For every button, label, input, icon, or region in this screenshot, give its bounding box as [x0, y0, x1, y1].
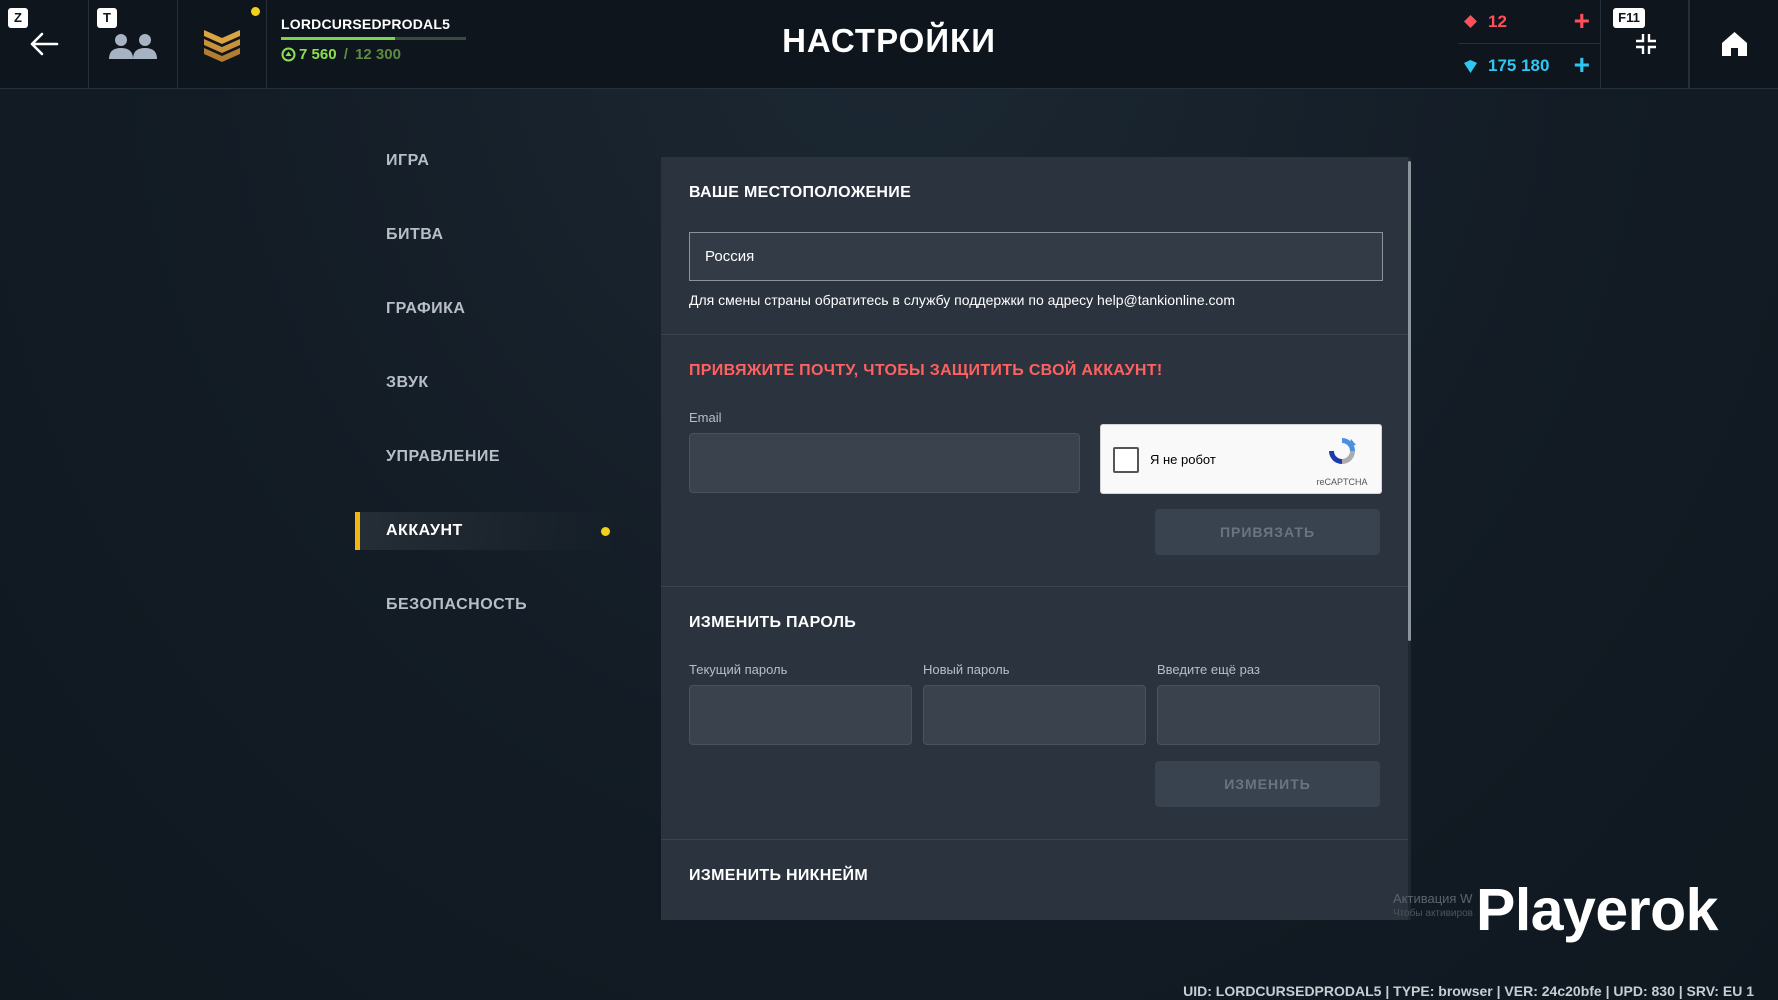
menu-item-label: ЗВУК	[386, 374, 429, 391]
tankoins-counter: 175 180 +	[1458, 44, 1600, 88]
menu-item-label: ИГРА	[386, 152, 430, 169]
tankoins-amount: 175 180	[1488, 56, 1550, 75]
email-warning: ПРИВЯЖИТЕ ПОЧТУ, ЧТОБЫ ЗАЩИТИТЬ СВОЙ АКК…	[689, 362, 1163, 379]
build-info: UID: LORDCURSEDPRODAL5 | TYPE: browser |…	[1183, 983, 1754, 999]
playerok-watermark: Playerok	[1476, 877, 1719, 943]
windows-activation-text: Активация W	[1393, 891, 1473, 906]
menu-item-sound[interactable]: ЗВУК	[355, 364, 620, 402]
recaptcha-widget[interactable]: Я не робот reCAPTCHA	[1100, 424, 1382, 494]
recaptcha-logo: reCAPTCHA	[1315, 435, 1369, 487]
section-divider	[661, 839, 1411, 840]
tankoin-icon	[1464, 59, 1477, 73]
crystal-icon	[1464, 15, 1477, 28]
home-button[interactable]	[1689, 0, 1778, 89]
location-field: Россия	[689, 232, 1383, 281]
menu-item-graphics[interactable]: ГРАФИКА	[355, 290, 620, 328]
bind-email-button[interactable]: ПРИВЯЗАТЬ	[1155, 509, 1380, 555]
fullscreen-hotkey-badge: F11	[1613, 8, 1645, 28]
crystals-counter: 12 +	[1458, 0, 1600, 44]
buy-tankoins-button[interactable]: +	[1574, 51, 1590, 79]
current-password-input[interactable]	[689, 685, 912, 745]
nickname-section: ИЗМЕНИТЬ НИКНЕЙМ	[689, 867, 1383, 885]
location-hint: Для смены страны обратитесь в службу под…	[689, 292, 1235, 308]
menu-item-controls[interactable]: УПРАВЛЕНИЕ	[355, 438, 620, 476]
menu-item-label: БИТВА	[386, 226, 444, 243]
buy-crystals-button[interactable]: +	[1574, 7, 1590, 35]
panel-scrollbar[interactable]	[1408, 157, 1411, 920]
fullscreen-button[interactable]: F11	[1600, 0, 1689, 89]
menu-item-game[interactable]: ИГРА	[355, 142, 620, 180]
location-section: ВАШЕ МЕСТОПОЛОЖЕНИЕ Россия Для смены стр…	[689, 184, 1383, 308]
repeat-password-input[interactable]	[1157, 685, 1380, 745]
crystals-amount: 12	[1488, 11, 1507, 31]
recaptcha-label: Я не робот	[1150, 452, 1216, 467]
new-password-label: Новый пароль	[923, 662, 1010, 677]
menu-item-label: УПРАВЛЕНИЕ	[386, 448, 501, 465]
recaptcha-brand: reCAPTCHA	[1316, 477, 1368, 487]
menu-item-battle[interactable]: БИТВА	[355, 216, 620, 254]
current-password-label: Текущий пароль	[689, 662, 788, 677]
scrollbar-thumb[interactable]	[1408, 161, 1411, 641]
section-divider	[661, 586, 1411, 587]
section-divider	[661, 334, 1411, 335]
menu-item-security[interactable]: БЕЗОПАСНОСТЬ	[355, 586, 620, 624]
account-settings-panel: ВАШЕ МЕСТОПОЛОЖЕНИЕ Россия Для смены стр…	[661, 157, 1411, 920]
menu-item-label: БЕЗОПАСНОСТЬ	[386, 596, 528, 613]
exit-fullscreen-icon	[1636, 34, 1656, 54]
password-title: ИЗМЕНИТЬ ПАРОЛЬ	[689, 614, 857, 631]
settings-menu: ИГРА БИТВА ГРАФИКА ЗВУК УПРАВЛЕНИЕ АККАУ…	[355, 142, 620, 660]
nickname-title: ИЗМЕНИТЬ НИКНЕЙМ	[689, 867, 868, 884]
repeat-password-label: Введите ещё раз	[1157, 662, 1260, 677]
menu-item-account[interactable]: АККАУНТ	[355, 512, 620, 550]
location-title: ВАШЕ МЕСТОПОЛОЖЕНИЕ	[689, 184, 912, 201]
account-notify-dot	[601, 527, 610, 536]
rank-notify-dot	[251, 7, 260, 16]
recaptcha-checkbox[interactable]	[1113, 447, 1139, 473]
change-password-button[interactable]: ИЗМЕНИТЬ	[1155, 761, 1380, 807]
password-section: ИЗМЕНИТЬ ПАРОЛЬ Текущий пароль Новый пар…	[689, 614, 1383, 807]
menu-item-label: АККАУНТ	[386, 522, 463, 539]
email-input[interactable]	[689, 433, 1080, 493]
recaptcha-icon	[1329, 438, 1356, 464]
windows-activation-subtext: Чтобы активиров	[1393, 908, 1473, 919]
top-bar: Z T LORDCURSEDPRODAL5 7 560 / 12 300 НАС…	[0, 0, 1778, 89]
email-section: ПРИВЯЖИТЕ ПОЧТУ, ЧТОБЫ ЗАЩИТИТЬ СВОЙ АКК…	[689, 362, 1383, 555]
menu-item-label: ГРАФИКА	[386, 300, 466, 317]
home-icon	[1722, 32, 1747, 56]
new-password-input[interactable]	[923, 685, 1146, 745]
email-label: Email	[689, 410, 722, 425]
